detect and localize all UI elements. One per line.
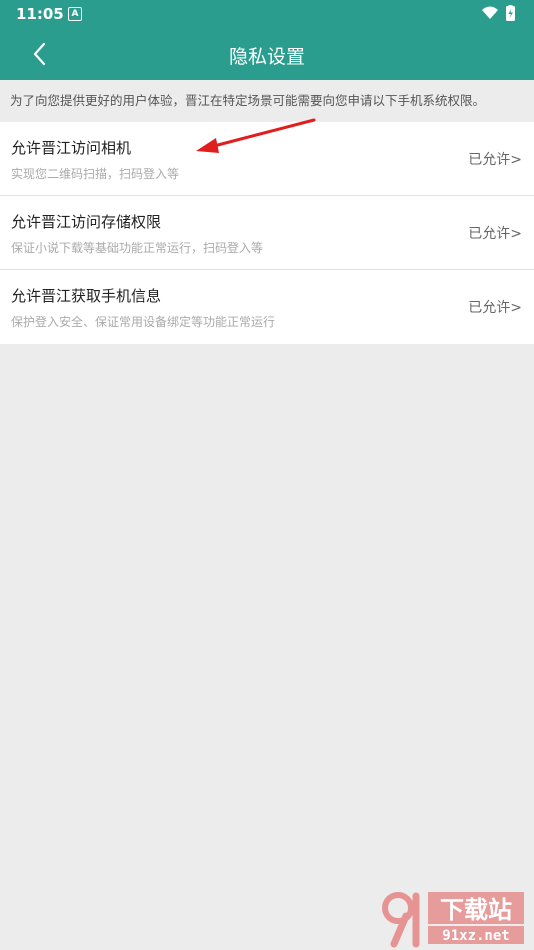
permission-status[interactable]: 已允许> bbox=[468, 223, 522, 243]
permission-item-phone-info[interactable]: 允许晋江获取手机信息 保护登入安全、保证常用设备绑定等功能正常运行 已允许> bbox=[0, 270, 534, 344]
notification-icon: A bbox=[68, 7, 82, 21]
permission-item-storage[interactable]: 允许晋江访问存储权限 保证小说下载等基础功能正常运行，扫码登入等 已允许> bbox=[0, 196, 534, 270]
permission-title: 允许晋江访问相机 bbox=[11, 139, 132, 157]
page-title: 隐私设置 bbox=[228, 46, 305, 68]
app-bar: 隐私设置 bbox=[0, 28, 534, 80]
permission-title: 允许晋江访问存储权限 bbox=[11, 213, 162, 231]
site-watermark-logo: 下载站 91xz.net bbox=[382, 892, 524, 948]
permission-title: 允许晋江获取手机信息 bbox=[11, 287, 162, 305]
status-time: 11:05 bbox=[16, 5, 64, 23]
permission-description: 实现您二维码扫描，扫码登入等 bbox=[11, 167, 180, 181]
permission-status[interactable]: 已允许> bbox=[468, 297, 522, 317]
status-icons bbox=[480, 5, 520, 27]
permission-list: 允许晋江访问相机 实现您二维码扫描，扫码登入等 已允许> 允许晋江访问存储权限 … bbox=[0, 122, 534, 344]
permission-status[interactable]: 已允许> bbox=[468, 149, 522, 169]
permission-description: 保护登入安全、保证常用设备绑定等功能正常运行 bbox=[11, 315, 276, 329]
permission-item-camera[interactable]: 允许晋江访问相机 实现您二维码扫描，扫码登入等 已允许> bbox=[0, 122, 534, 196]
watermark-url: 91xz.net bbox=[442, 928, 509, 944]
permission-description: 保证小说下载等基础功能正常运行，扫码登入等 bbox=[11, 241, 264, 255]
wifi-battery-icon bbox=[482, 5, 515, 21]
status-bar: 11:05 A bbox=[0, 0, 534, 28]
watermark-title: 下载站 bbox=[440, 896, 512, 924]
privacy-notice: 为了向您提供更好的用户体验，晋江在特定场景可能需要向您申请以下手机系统权限。 bbox=[0, 80, 534, 122]
